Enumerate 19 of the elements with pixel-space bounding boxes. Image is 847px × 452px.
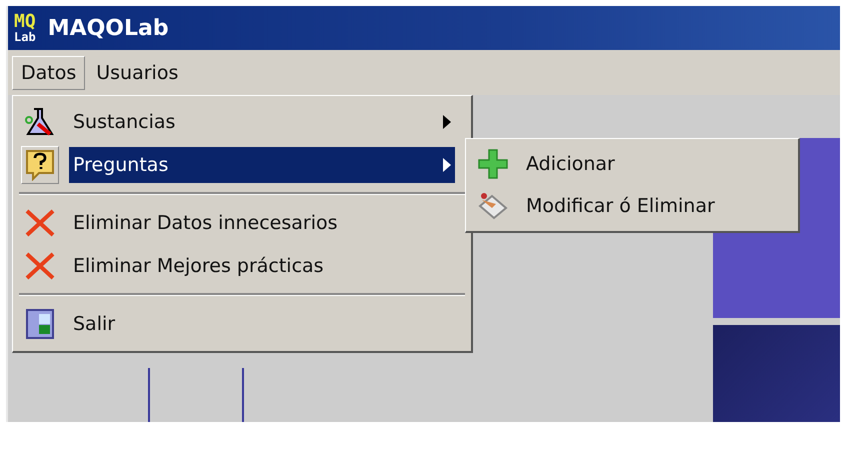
cross-icon — [24, 250, 56, 280]
flask-icon — [24, 106, 56, 138]
question-icon — [25, 148, 55, 180]
menu-item[interactable]: Eliminar Mejores prácticas — [69, 248, 455, 284]
door-icon — [25, 308, 55, 340]
menu-item[interactable]: Salir — [69, 306, 455, 342]
menu-item[interactable]: Preguntas — [69, 146, 455, 182]
menu-item[interactable]: Sustancias — [69, 104, 455, 140]
app-logo: MQ Lab — [14, 13, 36, 43]
menu-title[interactable]: Usuarios — [87, 56, 188, 90]
submenu-arrow-icon — [443, 158, 451, 172]
menu-title[interactable]: Datos — [12, 56, 86, 90]
plus-icon — [477, 148, 509, 180]
menu-item[interactable]: Adicionar — [522, 146, 782, 182]
cross-icon — [24, 208, 56, 238]
menu-item[interactable]: Eliminar Datos innecesarios — [69, 204, 455, 240]
window-title: MAQOLab — [48, 16, 169, 40]
submenu-arrow-icon — [443, 114, 451, 128]
menu-item[interactable]: Modificar ó Eliminar — [522, 188, 782, 224]
